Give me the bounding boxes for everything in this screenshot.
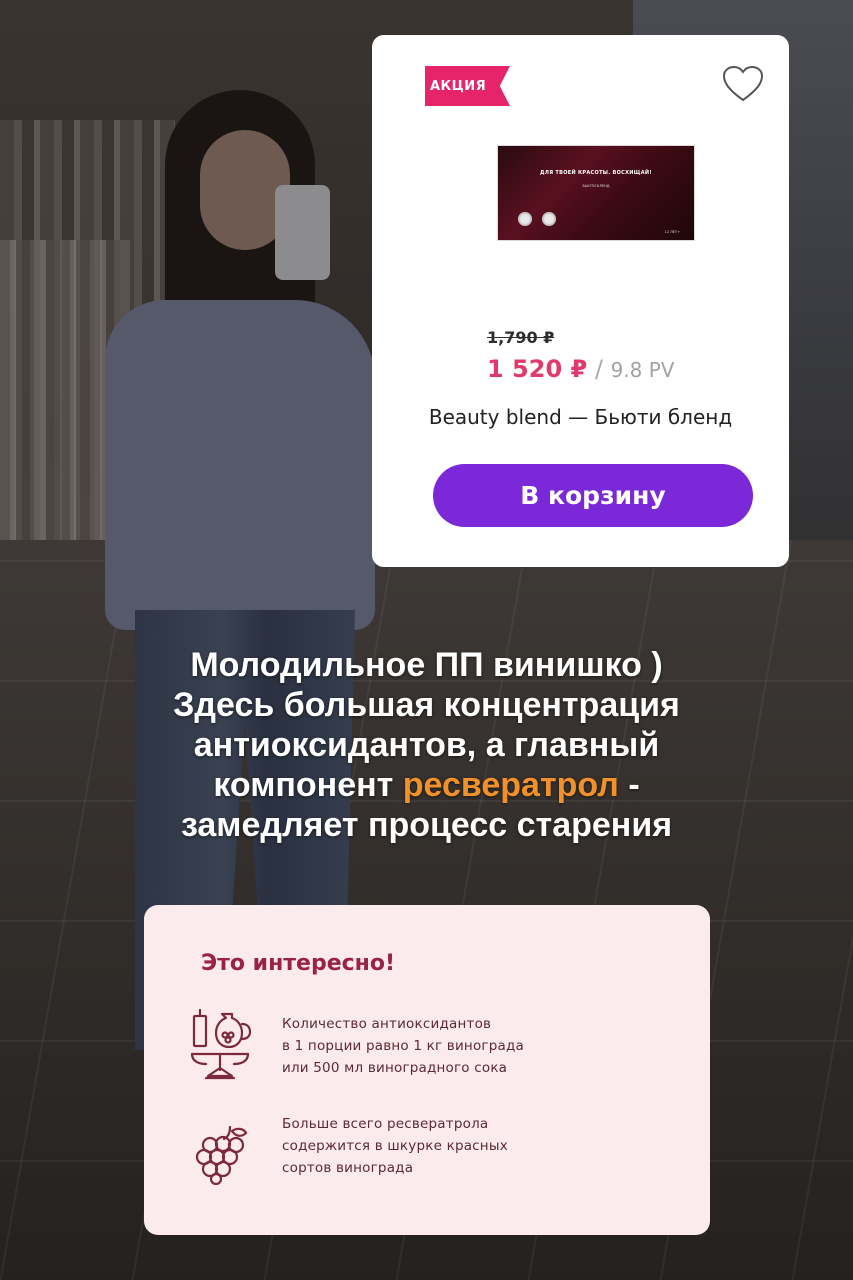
product-image-age: 12 ЛЕТ+ bbox=[664, 230, 680, 234]
sale-badge: АКЦИЯ bbox=[425, 66, 510, 106]
info-fact-2: Больше всего ресвератрола содержится в ш… bbox=[282, 1116, 508, 1176]
caption-line: компонент ресвератрол - bbox=[213, 766, 640, 804]
caption-text: Молодильное ПП винишко ) Здесь большая к… bbox=[20, 645, 833, 845]
add-to-cart-button[interactable]: В корзину bbox=[433, 464, 753, 527]
info-card: Это интересно! Количество антиоксидантов… bbox=[144, 905, 710, 1235]
price-separator: / bbox=[587, 355, 611, 383]
pv-value: 9.8 PV bbox=[610, 358, 675, 382]
current-price: 1 520 ₽ bbox=[487, 355, 588, 383]
caption-line: антиоксидантов, а главный bbox=[193, 726, 660, 764]
scale-icon bbox=[190, 1008, 252, 1080]
grapes-icon bbox=[195, 1125, 248, 1185]
caption-line: Молодильное ПП винишко ) bbox=[190, 646, 663, 684]
product-image[interactable]: ДЛЯ ТВОЕЙ КРАСОТЫ. ВОСХИЩАЙ! БЬЮТИ БЛЕНД… bbox=[497, 145, 695, 241]
product-image-tagline: ДЛЯ ТВОЕЙ КРАСОТЫ. ВОСХИЩАЙ! bbox=[540, 170, 652, 176]
logo-icon bbox=[518, 212, 532, 226]
caption-line: Здесь большая концентрация bbox=[173, 686, 680, 724]
heart-icon[interactable] bbox=[721, 64, 765, 104]
info-fact-1: Количество антиоксидантов в 1 порции рав… bbox=[282, 1016, 524, 1076]
caption-line: замедляет процесс старения bbox=[180, 806, 673, 844]
product-card[interactable]: АКЦИЯ ДЛЯ ТВОЕЙ КРАСОТЫ. ВОСХИЩАЙ! БЬЮТИ… bbox=[372, 35, 789, 567]
product-image-subtitle: БЬЮТИ БЛЕНД bbox=[582, 184, 610, 188]
caption-highlight: ресвератрол bbox=[402, 766, 619, 804]
product-name[interactable]: Beauty blend — Бьюти бленд bbox=[372, 405, 789, 429]
old-price: 1,790 ₽ bbox=[487, 328, 555, 347]
brand-icon bbox=[542, 212, 556, 226]
price-line: 1 520 ₽ / 9.8 PV bbox=[487, 355, 674, 383]
info-title: Это интересно! bbox=[201, 951, 396, 976]
